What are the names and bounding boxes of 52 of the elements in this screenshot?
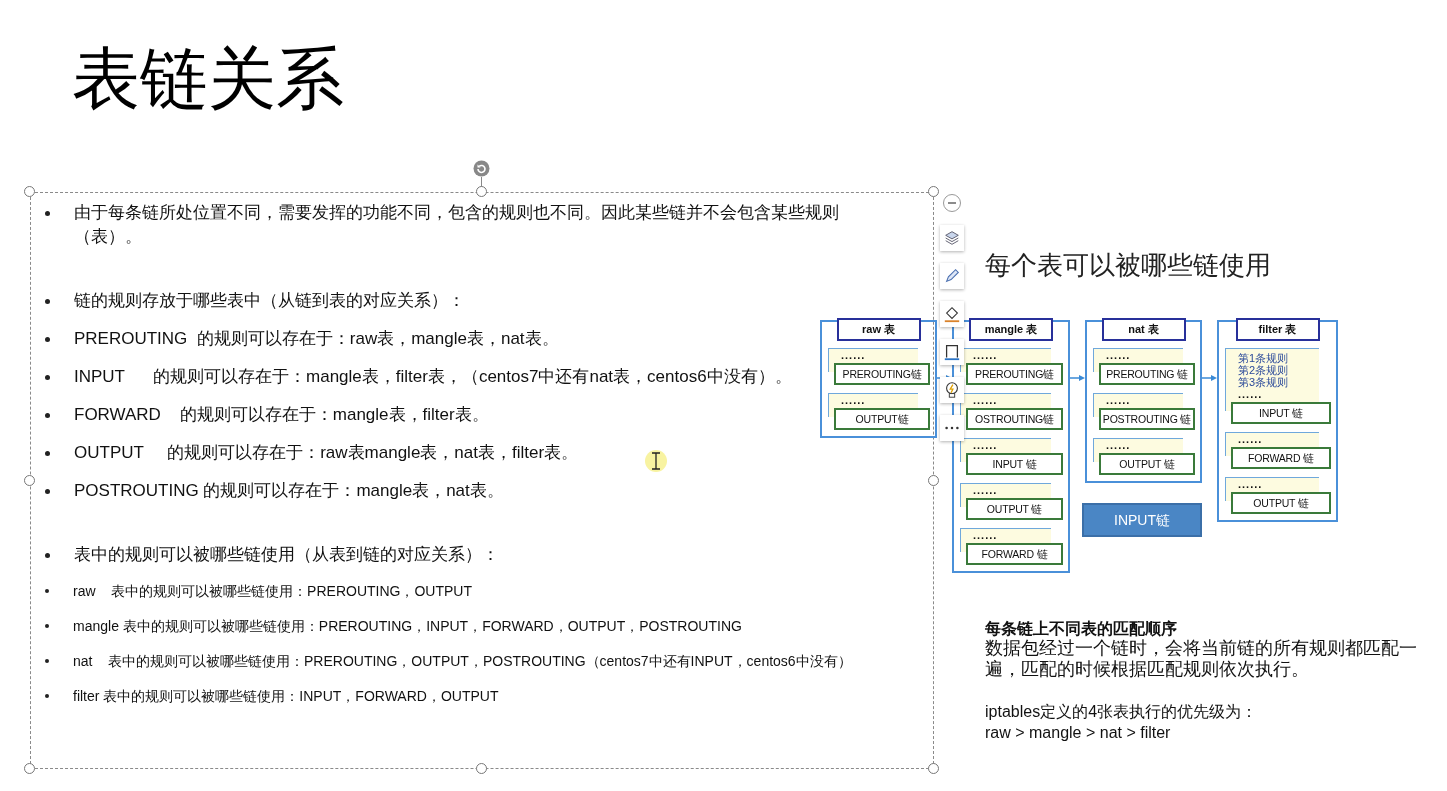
notes-line: iptables定义的4张表执行的优先级为： (985, 702, 1259, 722)
chain-label: INPUT 链 (966, 453, 1063, 475)
chain-label: FORWARD 链 (966, 543, 1063, 565)
bullet-text: OUTPUT 的规则可以存在于：raw表mangle表，nat表，filter表。 (74, 442, 579, 464)
bullet-text: 表中的规则可以被哪些链使用（从表到链的对应关系）： (74, 544, 499, 566)
table-header: raw 表 (836, 318, 921, 341)
bullet-text: raw 表中的规则可以被哪些链使用：PREROUTING，OUTPUT (73, 582, 472, 601)
ellipsis-text: ...... (1238, 388, 1264, 400)
notes-heading: 每条链上不同表的匹配顺序 (985, 619, 1178, 638)
ellipsis-text: ...... (973, 439, 999, 451)
diagram-heading: 每个表可以被哪些链使用 (985, 250, 1271, 282)
bullet-text: 由于每条链所处位置不同，需要发挥的功能不同，包含的规则也不同。因此某些链并不会包含某些规则（表）。 (74, 202, 840, 248)
bullet-text: nat 表中的规则可以被哪些链使用：PREROUTING，OUTPUT，POSTROUTING（centos7中还有INPUT，centos6中没有） (73, 652, 852, 671)
ellipsis-text: ...... (841, 349, 867, 361)
table-header: nat 表 (1101, 318, 1186, 341)
ellipsis-text: ...... (973, 484, 999, 496)
rule-text: 第2条规则 (1238, 364, 1290, 376)
table-header: mangle 表 (969, 318, 1053, 341)
bullet-text: FORWARD 的规则可以存在于：mangle表，filter表。 (74, 404, 489, 426)
chain-label: FORWARD 链 (1231, 447, 1331, 469)
chain-label: POSTROUTING 链 (1099, 408, 1195, 430)
ellipsis-text: ...... (841, 394, 867, 406)
chain-label: PREROUTING 链 (1099, 363, 1195, 385)
chain-label: PREROUTING链 (966, 363, 1063, 385)
bullet-text: PREROUTING 的规则可以存在于：raw表，mangle表，nat表。 (74, 328, 559, 350)
ellipsis-text: ...... (1106, 349, 1132, 361)
chain-box: INPUT链 (1082, 503, 1202, 537)
bullet-text: mangle 表中的规则可以被哪些链使用：PREROUTING，INPUT，FORWARD，OUTPUT，POSTROUTING (73, 617, 742, 636)
ellipsis-text: ...... (1106, 394, 1132, 406)
rule-text: 第1条规则 (1238, 351, 1290, 364)
chain-label: OUTPUT 链 (1099, 453, 1195, 475)
chain-label: OUTPUT链 (834, 408, 930, 430)
bullet-text: 链的规则存放于哪些表中（从链到表的对应关系）： (74, 290, 465, 312)
chain-label: OSTROUTING链 (966, 408, 1063, 430)
chain-label: OUTPUT 链 (1231, 492, 1331, 514)
bullet-text: filter 表中的规则可以被哪些链使用：INPUT，FORWARD，OUTPUT (73, 687, 499, 706)
notes-paragraph: 数据包经过一个链时，会将当前链的所有规则都匹配一遍，匹配的时候根据匹配规则依次执行。 (985, 638, 1418, 680)
bullet-text: POSTROUTING 的规则可以存在于：mangle表，nat表。 (74, 480, 504, 502)
chain-label: INPUT 链 (1231, 402, 1331, 424)
slide-title: 表链关系 (72, 39, 344, 118)
bullet-text: INPUT 的规则可以存在于：mangle表，filter表，（centos7中还有nat表，centos6中没有）。 (74, 366, 792, 388)
chain-label: OUTPUT 链 (966, 498, 1063, 520)
ellipsis-text: ...... (1106, 439, 1132, 451)
ellipsis-text: ...... (973, 394, 999, 406)
chain-label: PREROUTING链 (834, 363, 930, 385)
table-header: filter 表 (1235, 318, 1320, 341)
ellipsis-text: ...... (1238, 478, 1264, 490)
notes-line: raw > mangle > nat > filter (985, 723, 1172, 743)
ellipsis-text: ...... (1238, 433, 1264, 445)
rule-text: 第3条规则 (1238, 376, 1290, 388)
ellipsis-text: ...... (973, 529, 999, 541)
ellipsis-text: ...... (973, 349, 999, 361)
